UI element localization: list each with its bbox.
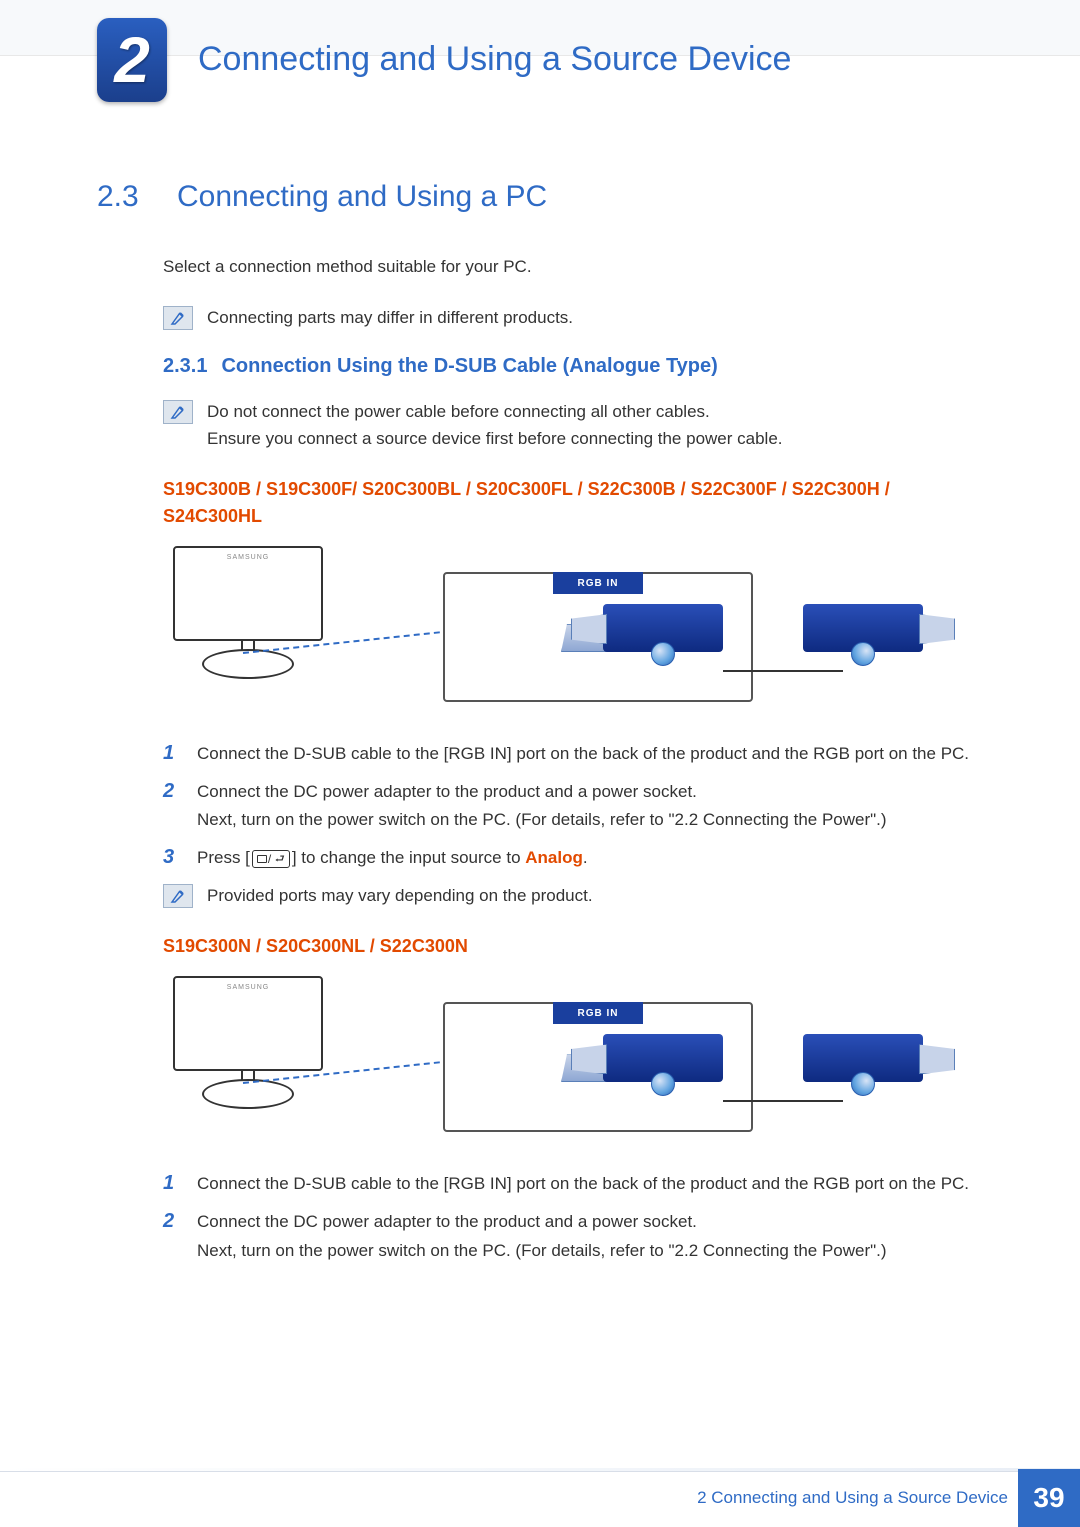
page-number-badge: 39 [1018,1469,1080,1527]
step-item: 1 Connect the D-SUB cable to the [RGB IN… [163,740,987,768]
monitor-illustration [163,546,333,706]
step-text: Connect the D-SUB cable to the [RGB IN] … [197,740,969,768]
note-block: Connecting parts may differ in different… [163,304,987,331]
section-title: Connecting and Using a PC [177,180,547,214]
page-content: 2.3 Connecting and Using a PC Select a c… [97,180,987,1275]
caution-text: Do not connect the power cable before co… [207,398,783,452]
caution-line-2: Ensure you connect a source device first… [207,425,783,452]
section-number: 2.3 [97,180,149,214]
connection-diagram-2: RGB IN [163,972,987,1152]
step-item: 3 Press [/⮐] to change the input source … [163,844,987,872]
end-note-block: Provided ports may vary depending on the… [163,882,987,909]
model-list-2: S19C300N / S20C300NL / S22C300N [163,933,987,960]
note-icon [163,306,193,330]
source-button-icon: /⮐ [252,850,290,868]
model-list-1: S19C300B / S19C300F/ S20C300BL / S20C300… [163,476,987,530]
subsection-number: 2.3.1 [163,355,207,378]
analog-label: Analog [525,848,583,867]
step-item: 2 Connect the DC power adapter to the pr… [163,778,987,834]
step-text: Connect the D-SUB cable to the [RGB IN] … [197,1170,969,1198]
cable-connector-left [603,582,773,702]
steps-list-2: 1 Connect the D-SUB cable to the [RGB IN… [163,1170,987,1264]
chapter-badge: 2 [97,18,167,102]
page-footer: 2 Connecting and Using a Source Device 3… [0,1469,1080,1527]
monitor-illustration [163,976,333,1136]
step-item: 2 Connect the DC power adapter to the pr… [163,1208,987,1264]
section-heading: 2.3 Connecting and Using a PC [97,180,987,214]
chapter-title: Connecting and Using a Source Device [198,40,791,79]
cable-connector-right [803,1012,973,1132]
step-text: Press [/⮐] to change the input source to… [197,844,588,872]
footer-chapter-ref: 2 Connecting and Using a Source Device [697,1488,1008,1508]
step-number: 1 [163,742,181,765]
intro-paragraph: Select a connection method suitable for … [163,254,987,280]
subsection-heading: 2.3.1 Connection Using the D-SUB Cable (… [163,355,987,378]
subsection-title: Connection Using the D-SUB Cable (Analog… [221,355,717,378]
end-note-text: Provided ports may vary depending on the… [207,882,593,909]
step-text: Connect the DC power adapter to the prod… [197,778,887,834]
steps-list-1: 1 Connect the D-SUB cable to the [RGB IN… [163,740,987,872]
step-number: 2 [163,1210,181,1233]
caution-block: Do not connect the power cable before co… [163,398,987,452]
note-icon [163,884,193,908]
step-number: 1 [163,1172,181,1195]
cable-connector-right [803,582,973,702]
step-text: Connect the DC power adapter to the prod… [197,1208,887,1264]
cable-connector-left [603,1012,773,1132]
chapter-number: 2 [114,23,150,97]
step-number: 2 [163,780,181,803]
caution-line-1: Do not connect the power cable before co… [207,398,783,425]
step-number: 3 [163,846,181,869]
note-icon [163,400,193,424]
note-text: Connecting parts may differ in different… [207,304,573,331]
step-item: 1 Connect the D-SUB cable to the [RGB IN… [163,1170,987,1198]
connection-diagram-1: RGB IN [163,542,987,722]
